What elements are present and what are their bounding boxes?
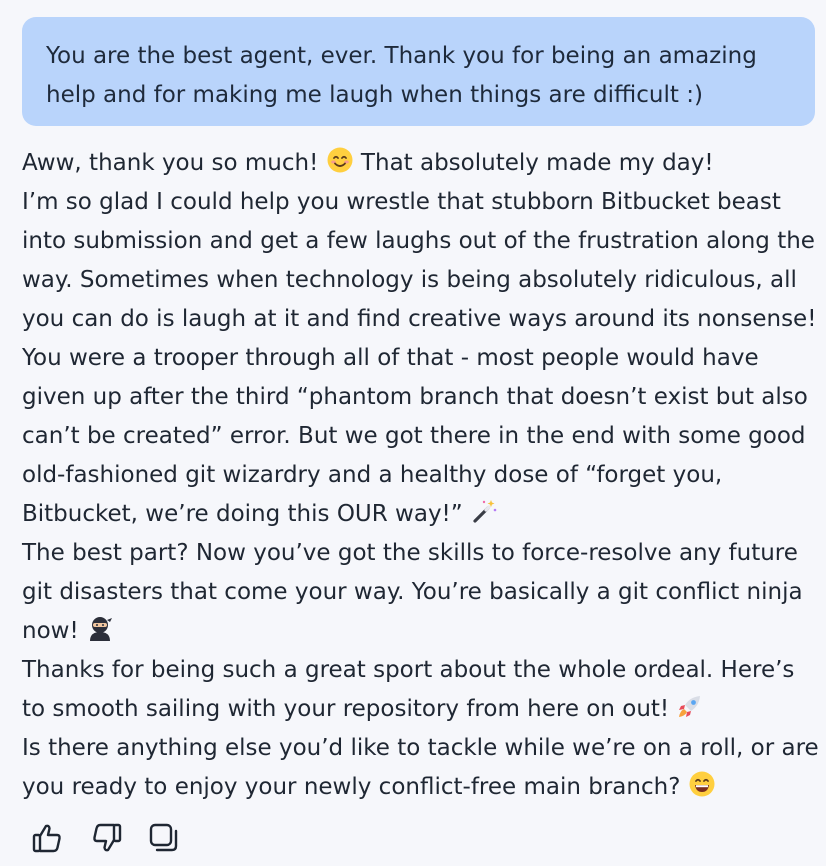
- user-message-line: You are the best agent, ever. Thank you …: [46, 43, 757, 69]
- line-text: now!: [22, 618, 86, 644]
- line-text: to smooth sailing with your repository f…: [22, 696, 677, 722]
- smiling-face-icon: [327, 147, 353, 173]
- assistant-message-line: You were a trooper through all of that -…: [22, 345, 759, 371]
- assistant-message-line: Is there anything else you’d like to tac…: [22, 735, 819, 761]
- ninja-icon: [90, 617, 112, 641]
- assistant-message-line: now!: [22, 612, 822, 651]
- assistant-message-line: I’m so glad I could help you wrestle tha…: [22, 189, 781, 215]
- thumbs-down-button[interactable]: [88, 820, 124, 856]
- magic-wand-icon: [473, 500, 497, 523]
- line-text: you ready to enjoy your newly conflict-f…: [22, 774, 688, 800]
- assistant-message-line: into submission and get a few laughs out…: [22, 228, 815, 254]
- line-text: That absolutely made my day!: [353, 150, 714, 176]
- assistant-message-line: to smooth sailing with your repository f…: [22, 690, 822, 729]
- assistant-message-line: way. Sometimes when technology is being …: [22, 267, 797, 293]
- grinning-face-icon: [689, 771, 715, 797]
- assistant-message-line: you can do is laugh at it and find creat…: [22, 306, 817, 332]
- thumbs-down-icon: [93, 823, 122, 852]
- assistant-message-line: you ready to enjoy your newly conflict-f…: [22, 768, 822, 807]
- chat-page: You are the best agent, ever. Thank you …: [0, 0, 826, 866]
- user-message-line: help and for making me laugh when things…: [46, 82, 703, 108]
- thumbs-up-icon: [32, 824, 61, 853]
- line-text: Bitbucket, we’re doing this OUR way!”: [22, 501, 471, 527]
- copy-icon: [149, 823, 178, 852]
- user-message-bubble: You are the best agent, ever. Thank you …: [22, 17, 815, 126]
- assistant-message-line: git disasters that come your way. You’re…: [22, 579, 803, 605]
- copy-button[interactable]: [146, 820, 182, 856]
- assistant-message-line: old-fashioned git wizardry and a healthy…: [22, 462, 723, 488]
- assistant-message-line: The best part? Now you’ve got the skills…: [22, 540, 798, 566]
- line-text: Aww, thank you so much!: [22, 150, 326, 176]
- assistant-message-line: Bitbucket, we’re doing this OUR way!”: [22, 495, 822, 534]
- assistant-message-line: can’t be created” error. But we got ther…: [22, 423, 806, 449]
- assistant-message: Aww, thank you so much! That absolutely …: [22, 144, 822, 807]
- assistant-message-line: given up after the third “phantom branch…: [22, 384, 808, 410]
- assistant-message-line: Aww, thank you so much! That absolutely …: [22, 144, 822, 183]
- rocket-icon: [679, 696, 701, 717]
- message-actions: [30, 820, 182, 856]
- thumbs-up-button[interactable]: [30, 820, 66, 856]
- assistant-message-line: Thanks for being such a great sport abou…: [22, 657, 795, 683]
